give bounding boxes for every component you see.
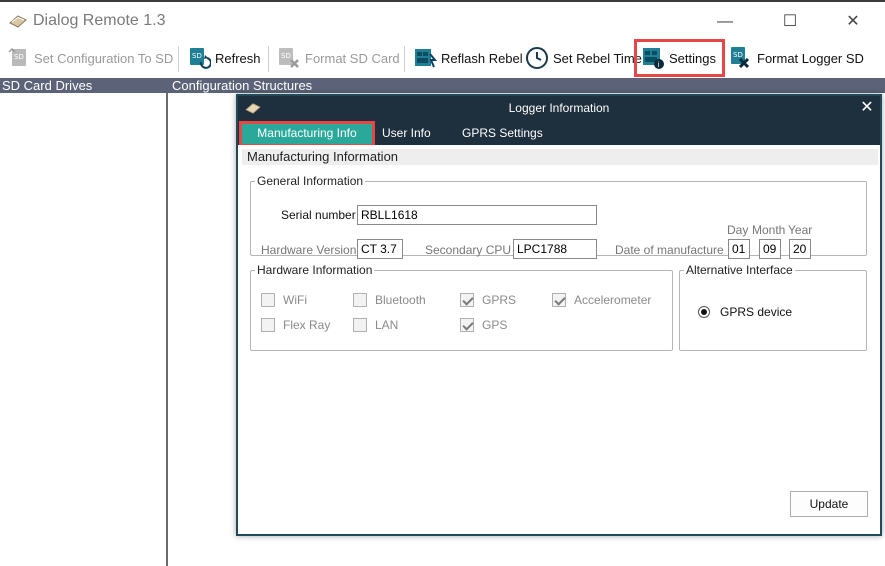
sd-format-icon: SD: [279, 48, 299, 68]
tab-user-info[interactable]: User Info: [376, 124, 437, 144]
set-rebel-time-label: Set Rebel Time: [553, 50, 642, 66]
set-configuration-to-sd-button[interactable]: SD Set Configuration To SD: [6, 42, 173, 74]
sd-refresh-icon: SD: [190, 48, 211, 69]
refresh-button[interactable]: SD Refresh: [187, 42, 261, 74]
maximize-button[interactable]: ☐: [775, 10, 805, 34]
reflash-icon: [415, 49, 437, 68]
year-field[interactable]: 20: [789, 239, 811, 259]
svg-text:SD: SD: [281, 52, 291, 60]
close-button[interactable]: ✕: [838, 10, 868, 34]
settings-icon: i: [643, 48, 664, 69]
settings-button[interactable]: i Settings: [634, 39, 725, 77]
month-header: Month: [752, 223, 786, 237]
app-logo-icon: [9, 15, 27, 28]
hardware-information-legend: Hardware Information: [257, 263, 373, 277]
tab-manufacturing-info[interactable]: Manufacturing Info: [239, 121, 375, 147]
serial-number-label: Serial number: [281, 208, 356, 222]
format-logger-sd-label: Format Logger SD: [757, 50, 864, 66]
lan-checkbox-label: LAN: [375, 318, 399, 332]
tab-gprs-settings[interactable]: GPRS Settings: [456, 124, 549, 144]
title-bar: Dialog Remote 1.3 — ☐ ✕: [0, 4, 885, 38]
update-button[interactable]: Update: [790, 491, 868, 517]
toolbar-separator: [404, 46, 405, 72]
sd-upload-icon: SD: [8, 47, 26, 66]
bluetooth-checkbox-box: [353, 293, 367, 307]
flex-ray-checkbox-box: [261, 318, 275, 332]
manufacturing-info-panel: Manufacturing Information General Inform…: [238, 145, 880, 534]
gprs-device-radio-dot: [698, 306, 710, 318]
wifi-checkbox[interactable]: WiFi: [261, 293, 307, 307]
lan-checkbox-box: [353, 318, 367, 332]
configuration-structures-header: Configuration Structures: [172, 78, 313, 93]
format-logger-sd-button[interactable]: SD Format Logger SD: [729, 42, 864, 74]
alternative-interface-legend: Alternative Interface: [686, 263, 793, 277]
accelerometer-checkbox-label: Accelerometer: [574, 293, 652, 307]
hardware-information-group: Hardware Information WiFi Bluetooth GPRS…: [250, 263, 673, 351]
settings-label: Settings: [669, 50, 716, 66]
year-header: Year: [788, 223, 813, 237]
panel-header-bar: SD Card Drives Configuration Structures: [0, 78, 885, 93]
dialog-title: Logger Information: [508, 101, 610, 115]
gprs-checkbox-label: GPRS: [482, 293, 517, 307]
svg-text:SD: SD: [14, 53, 24, 61]
svg-text:i: i: [658, 61, 660, 69]
accelerometer-checkbox[interactable]: Accelerometer: [552, 293, 651, 307]
format-sd-card-label: Format SD Card: [305, 50, 400, 66]
section-header: Manufacturing Information: [242, 149, 878, 165]
bluetooth-checkbox[interactable]: Bluetooth: [353, 293, 426, 307]
toolbar: SD Set Configuration To SD SD Refresh SD…: [0, 39, 885, 77]
sd-card-drives-panel[interactable]: [0, 93, 168, 566]
dialog-close-button[interactable]: ✕: [858, 98, 876, 118]
logger-information-dialog: Logger Information ✕ Manufacturing Info …: [236, 94, 882, 536]
lan-checkbox[interactable]: LAN: [353, 318, 398, 332]
wifi-checkbox-box: [261, 293, 275, 307]
set-rebel-time-button[interactable]: Set Rebel Time: [525, 42, 642, 74]
gps-checkbox-label: GPS: [482, 318, 508, 332]
svg-text:SD: SD: [192, 52, 202, 60]
reflash-rebel-label: Reflash Rebel: [441, 50, 523, 66]
hardware-version-label: Hardware Version: [261, 243, 357, 257]
flex-ray-checkbox[interactable]: Flex Ray: [261, 318, 330, 332]
serial-number-field[interactable]: RBLL1618: [357, 205, 597, 225]
format-sd-card-button[interactable]: SD Format SD Card: [277, 42, 400, 74]
alternative-interface-group: Alternative Interface GPRS device: [679, 263, 867, 351]
app-title: Dialog Remote 1.3: [33, 12, 166, 29]
bluetooth-checkbox-label: Bluetooth: [375, 293, 426, 307]
dialog-title-bar: Logger Information ✕: [238, 96, 880, 121]
section-title: Manufacturing Information: [247, 149, 399, 164]
reflash-rebel-button[interactable]: Reflash Rebel: [413, 42, 523, 74]
toolbar-separator: [178, 46, 179, 72]
secondary-cpu-field[interactable]: LPC1788: [513, 239, 597, 259]
date-of-manufacture-label: Date of manufacture: [615, 243, 724, 257]
sd-format-logger-icon: SD: [731, 47, 750, 69]
hardware-version-field[interactable]: CT 3.7: [357, 239, 403, 259]
gprs-device-radio[interactable]: GPRS device: [698, 305, 792, 319]
secondary-cpu-label: Secondary CPU: [425, 243, 512, 257]
set-configuration-to-sd-label: Set Configuration To SD: [34, 50, 174, 66]
accelerometer-checkbox-box: [552, 293, 566, 307]
gps-checkbox[interactable]: GPS: [460, 318, 507, 332]
gprs-device-radio-label: GPRS device: [720, 305, 793, 319]
tab-strip: Manufacturing Info User Info GPRS Settin…: [238, 121, 880, 147]
day-field[interactable]: 01: [728, 239, 750, 259]
day-header: Day: [727, 223, 749, 237]
gps-checkbox-box: [460, 318, 474, 332]
clock-icon: [526, 47, 548, 69]
refresh-label: Refresh: [215, 50, 261, 66]
gprs-checkbox-box: [460, 293, 474, 307]
flex-ray-checkbox-label: Flex Ray: [283, 318, 331, 332]
main-window: Dialog Remote 1.3 — ☐ ✕ SD Set Configura…: [0, 0, 885, 566]
minimize-button[interactable]: —: [710, 10, 740, 34]
month-field[interactable]: 09: [759, 239, 781, 259]
toolbar-separator: [268, 46, 269, 72]
general-information-group: General Information Serial number RBLL16…: [250, 174, 867, 259]
gprs-checkbox[interactable]: GPRS: [460, 293, 516, 307]
general-information-legend: General Information: [257, 174, 364, 188]
sd-card-drives-header: SD Card Drives: [2, 78, 93, 93]
svg-text:SD: SD: [733, 51, 743, 59]
wifi-checkbox-label: WiFi: [283, 293, 307, 307]
